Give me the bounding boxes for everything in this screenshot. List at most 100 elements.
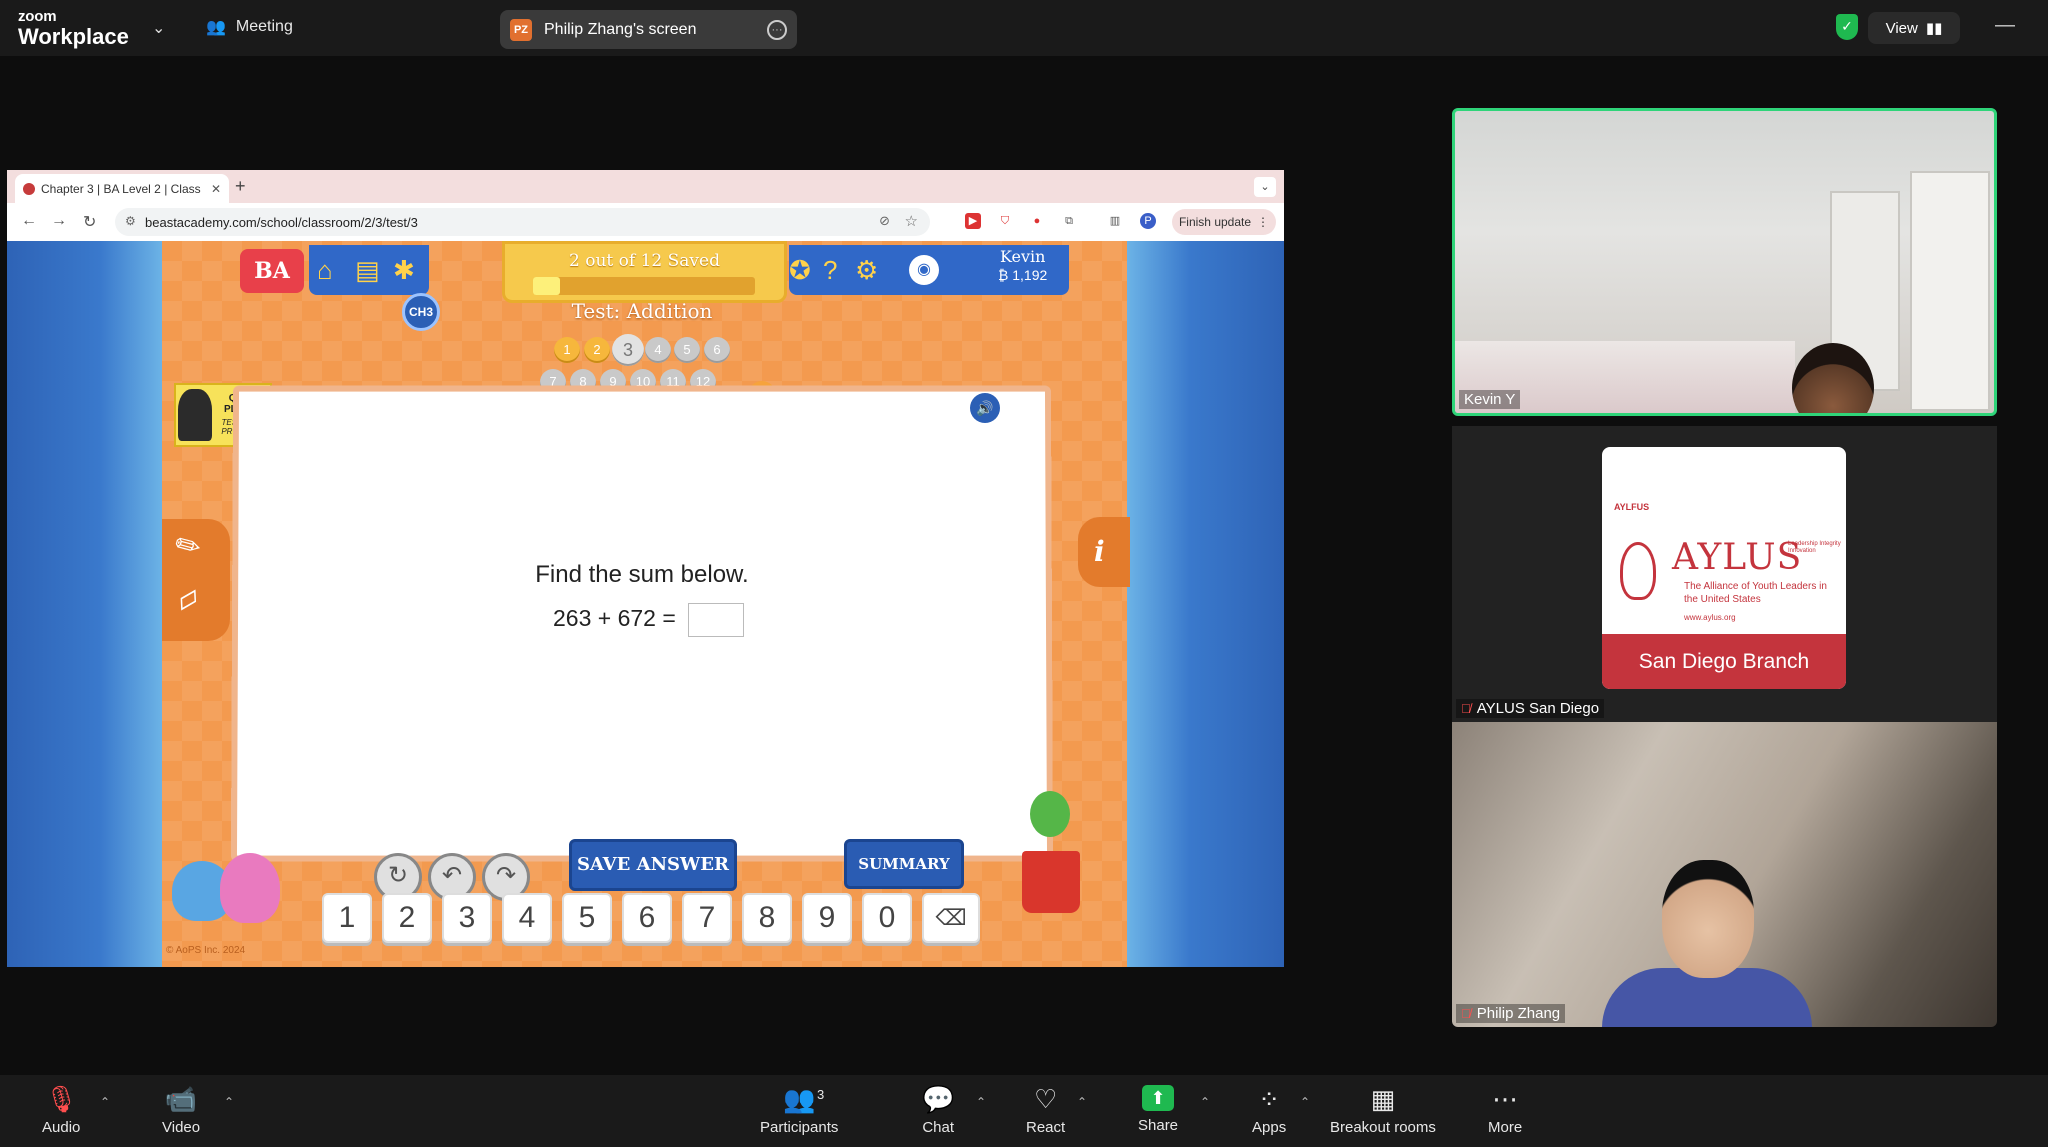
keypad-key[interactable]: 5 [562, 893, 612, 943]
breakout-rooms-button[interactable]: ▦ Breakout rooms [1330, 1085, 1436, 1136]
layout-icon: ▮▮ [1925, 20, 1943, 37]
address-bar[interactable]: ⚙ beastacademy.com/school/classroom/2/3/… [115, 208, 930, 236]
participant-tile-aylus[interactable]: AYLFUS AYLUS Leadership Integrity Innova… [1452, 426, 1997, 722]
share-screen-icon: ⬆ [1142, 1085, 1175, 1111]
tab-search-icon[interactable]: ⌄ [1254, 177, 1276, 197]
participant-tile-philip[interactable]: 🎙̸ Philip Zhang [1452, 722, 1997, 1027]
question-number[interactable]: 6 [704, 337, 730, 363]
extension-icon[interactable]: ▶ [965, 213, 981, 229]
backspace-icon[interactable]: ⌫ [922, 893, 980, 943]
shield-extension-icon[interactable]: ⛉ [997, 213, 1013, 229]
answer-input[interactable] [688, 603, 744, 637]
zoom-logo[interactable]: zoom Workplace [18, 9, 129, 48]
chevron-down-icon[interactable]: ⌄ [152, 18, 165, 38]
eye-off-icon[interactable]: ⊘ [879, 213, 890, 229]
screen-share-pill[interactable]: PZ Philip Zhang's screen ··· [500, 10, 797, 49]
meeting-button[interactable]: 👥 Meeting [206, 17, 293, 37]
reload-icon[interactable]: ↻ [83, 212, 96, 232]
gear-icon[interactable]: ⚙ [855, 255, 878, 286]
question-number[interactable]: 2 [584, 337, 610, 363]
audio-button[interactable]: 🎙 Audio [42, 1085, 80, 1136]
browser-tab[interactable]: Chapter 3 | BA Level 2 | Class ✕ [15, 174, 229, 203]
summary-button[interactable]: SUMMARY [844, 839, 964, 889]
question-number[interactable]: 3 [612, 334, 644, 366]
minimize-icon[interactable]: — [1995, 14, 2015, 37]
browser-toolbar: ← → ↻ ⚙ beastacademy.com/school/classroo… [7, 203, 1284, 241]
apps-options-chevron-icon[interactable]: ⌃ [1300, 1095, 1310, 1109]
browser-tab-strip: Chapter 3 | BA Level 2 | Class ✕ + ⌄ [7, 170, 1284, 203]
zoom-logo-small: zoom [18, 8, 57, 25]
share-button[interactable]: ⬆ Share [1138, 1085, 1178, 1134]
help-icon[interactable]: ? [823, 255, 837, 286]
more-options-icon[interactable]: ··· [767, 19, 787, 40]
chat-button[interactable]: 💬 Chat [922, 1085, 954, 1136]
audio-label: Audio [42, 1119, 81, 1136]
profile-icon[interactable]: P [1140, 213, 1156, 229]
zoom-logo-large: Workplace [18, 24, 129, 49]
sidepanel-icon[interactable]: ▥ [1107, 213, 1123, 229]
book-icon[interactable]: ▤ [355, 255, 380, 286]
speaker-icon[interactable]: 🔊 [970, 393, 1000, 423]
tab-title: Chapter 3 | BA Level 2 | Class [41, 181, 201, 196]
security-shield-icon[interactable]: ✓ [1836, 14, 1858, 40]
info-button[interactable]: i [1078, 517, 1130, 587]
more-button[interactable]: ⋯ More [1488, 1085, 1522, 1136]
keypad-key[interactable]: 4 [502, 893, 552, 943]
test-stage: BA ⌂ ▤ ✱ 2 out of 12 Saved ✪ ? ⚙ ◉ Kevin… [162, 241, 1130, 967]
share-options-chevron-icon[interactable]: ⌃ [1200, 1095, 1210, 1109]
chat-options-chevron-icon[interactable]: ⌃ [976, 1095, 986, 1109]
question-number[interactable]: 4 [645, 337, 671, 363]
save-answer-button[interactable]: SAVE ANSWER [569, 839, 737, 891]
keypad-key[interactable]: 9 [802, 893, 852, 943]
chapter-badge[interactable]: CH3 [402, 293, 440, 331]
keypad-key[interactable]: 0 [862, 893, 912, 943]
aylus-motto: Leadership Integrity Innovation [1788, 541, 1841, 555]
mic-muted-icon: 🎙 [44, 1084, 78, 1114]
participant-name: AYLUS San Diego [1476, 700, 1600, 717]
forward-icon[interactable]: → [51, 212, 67, 230]
video-button[interactable]: 📹 Video [162, 1085, 200, 1136]
star-icon[interactable]: ☆ [905, 212, 918, 230]
participant-name: Philip Zhang [1476, 1005, 1561, 1022]
record-icon[interactable]: ● [1029, 213, 1045, 229]
site-info-icon[interactable]: ⚙ [125, 214, 136, 228]
home-icon[interactable]: ⌂ [317, 255, 333, 286]
question-number[interactable]: 1 [554, 337, 580, 363]
monster-decoration [172, 841, 282, 936]
puzzle-piece-icon[interactable]: ✱ [393, 255, 415, 286]
avatar[interactable]: ◉ [909, 255, 939, 285]
beast-academy-logo[interactable]: BA [240, 249, 304, 293]
new-tab-icon[interactable]: + [235, 176, 246, 197]
react-button[interactable]: ♡ React [1026, 1085, 1065, 1136]
puzzle-icon[interactable]: ⧉ [1061, 213, 1077, 229]
back-icon[interactable]: ← [21, 212, 37, 230]
participants-button[interactable]: 👥 3 Participants [760, 1085, 838, 1136]
keypad-key[interactable]: 1 [322, 893, 372, 943]
camera-off-icon: 📹 [164, 1084, 198, 1114]
close-icon[interactable]: ✕ [211, 182, 221, 196]
keypad-key[interactable]: 8 [742, 893, 792, 943]
zoom-top-bar: zoom Workplace ⌄ 👥 Meeting PZ Philip Zha… [0, 0, 2048, 56]
finish-update-button[interactable]: Finish update ⋮ [1172, 209, 1276, 235]
mic-muted-icon: 🎙̸ [1461, 701, 1471, 716]
keypad-key[interactable]: 7 [682, 893, 732, 943]
shared-screen: Chapter 3 | BA Level 2 | Class ✕ + ⌄ ← →… [7, 170, 1284, 967]
mic-muted-icon: 🎙̸ [1461, 1006, 1471, 1021]
user-name[interactable]: Kevin [1000, 247, 1045, 266]
kebab-menu-icon: ⋮ [1257, 215, 1270, 229]
participant-tile-kevin[interactable]: Kevin Y [1452, 108, 1997, 416]
keypad-key[interactable]: 3 [442, 893, 492, 943]
award-icon[interactable]: ✪ [789, 255, 811, 286]
participants-count: 3 [817, 1087, 825, 1102]
view-button[interactable]: View ▮▮ [1868, 12, 1960, 44]
react-options-chevron-icon[interactable]: ⌃ [1077, 1095, 1087, 1109]
eraser-icon[interactable]: ▱ [169, 578, 206, 620]
keypad-key[interactable]: 6 [622, 893, 672, 943]
pencil-icon[interactable]: ✎ [169, 525, 208, 568]
apps-button[interactable]: ⁘ Apps [1252, 1085, 1286, 1136]
audio-options-chevron-icon[interactable]: ⌃ [100, 1095, 110, 1109]
keypad-key[interactable]: 2 [382, 893, 432, 943]
question-number[interactable]: 5 [674, 337, 700, 363]
video-options-chevron-icon[interactable]: ⌃ [224, 1095, 234, 1109]
chat-label: Chat [922, 1119, 955, 1136]
